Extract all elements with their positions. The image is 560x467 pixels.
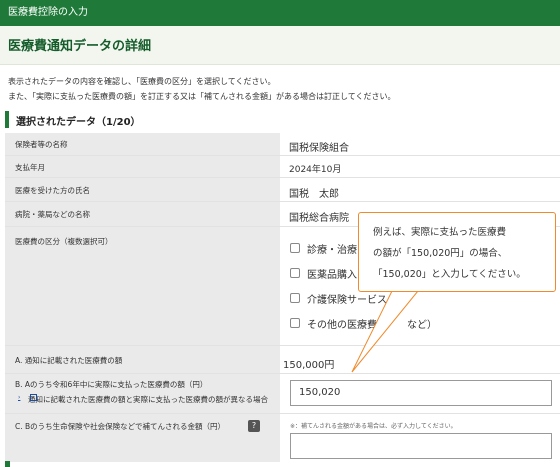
checkbox-care-service-label[interactable]: 介護保険サービス [307, 291, 387, 306]
instruction-line-2: また、「実際に支払った医療費の額」を訂正する又は「補てんされる金額」がある場合は… [8, 92, 396, 101]
section-title: 選択されたデータ（1/20） [16, 117, 141, 128]
page-title: 医療費通知データの詳細 [8, 39, 152, 54]
category-label: 医療費の区分（複数選択可） [15, 237, 113, 246]
insurer-value: 国税保険組合 [289, 143, 349, 154]
row-label-cell: C. Bのうち生命保険や社会保険などで補てんされる金額（円） ? [5, 414, 280, 462]
checkbox-care-service[interactable] [290, 293, 300, 303]
row-label-cell: B. Aのうち令和6年中に実際に支払った医療費の額（円） › 通知に記載された医… [5, 374, 280, 413]
row-month: 支払年月 2024年10月 [5, 156, 560, 178]
row-insurer: 保険者等の名称 国税保険組合 [5, 133, 560, 156]
instruction-line-1: 表示されたデータの内容を確認し、「医療費の区分」を選択してください。 [8, 77, 276, 86]
checkbox-treatment-label[interactable]: 診療・治療 [307, 241, 357, 256]
row-patient: 医療を受けた方の氏名 国税 太郎 [5, 178, 560, 202]
checkbox-other[interactable] [290, 318, 300, 328]
row-label-cell: 医療費の区分（複数選択可） [5, 227, 280, 345]
hospital-value: 国税総合病院 [289, 213, 349, 224]
patient-value: 国税 太郎 [289, 189, 339, 200]
checkbox-treatment[interactable] [290, 243, 300, 253]
hospital-label: 病院・薬局などの名称 [15, 210, 90, 219]
reimbursed-label: C. Bのうち生命保険や社会保険などで補てんされる金額（円） [15, 422, 225, 431]
row-notified-amount: A. 通知に記載された医療費の額 150,000円 [5, 346, 560, 374]
hint-line-1: 例えば、実際に支払った医療費 [373, 227, 507, 238]
checkbox-medicine-label[interactable]: 医薬品購入 [307, 266, 357, 281]
row-label-cell: 病院・薬局などの名称 [5, 202, 280, 226]
difference-link-text[interactable]: 通知に記載された医療費の額と実際に支払った医療費の額が異なる場合 [28, 394, 268, 405]
row-label-cell: 支払年月 [5, 156, 280, 177]
row-paid-amount: B. Aのうち令和6年中に実際に支払った医療費の額（円） › 通知に記載された医… [5, 374, 560, 414]
hint-callout: 例えば、実際に支払った医療費 の額が「150,020円」の場合、 「150,02… [358, 212, 556, 292]
external-link-icon [30, 394, 37, 401]
row-label-cell: 保険者等の名称 [5, 133, 280, 155]
checkbox-medicine[interactable] [290, 268, 300, 278]
top-bar: 医療費控除の入力 [0, 0, 560, 26]
notified-value: 150,000円 [283, 360, 335, 371]
notified-label: A. 通知に記載された医療費の額 [15, 356, 123, 365]
difference-link[interactable]: › 通知に記載された医療費の額と実際に支払った医療費の額が異なる場合 [18, 394, 268, 404]
row-label-cell: 医療を受けた方の氏名 [5, 178, 280, 201]
row-reimbursed: C. Bのうち生命保険や社会保険などで補てんされる金額（円） ? ※：補てんされ… [5, 414, 560, 462]
patient-label: 医療を受けた方の氏名 [15, 186, 90, 195]
month-label: 支払年月 [15, 163, 45, 172]
hint-line-2: の額が「150,020円」の場合、 [373, 248, 508, 259]
help-icon[interactable]: ? [248, 420, 260, 432]
row-label-cell: A. 通知に記載された医療費の額 [5, 346, 280, 373]
paid-label: B. Aのうち令和6年中に実際に支払った医療費の額（円） [15, 380, 208, 389]
section-accent-bar [5, 111, 9, 128]
month-value: 2024年10月 [289, 165, 342, 175]
insurer-label: 保険者等の名称 [15, 140, 68, 149]
hint-line-3: 「150,020」と入力してください。 [373, 269, 526, 280]
reimbursed-amount-input[interactable] [290, 433, 552, 459]
paid-amount-input[interactable]: 150,020 [290, 380, 552, 406]
checkbox-other-label[interactable]: その他の医療費（ など） [307, 316, 437, 331]
green-marker [5, 461, 10, 467]
reimbursed-note: ※：補てんされる金額がある場合は、必ず入力してください。 [290, 423, 457, 430]
